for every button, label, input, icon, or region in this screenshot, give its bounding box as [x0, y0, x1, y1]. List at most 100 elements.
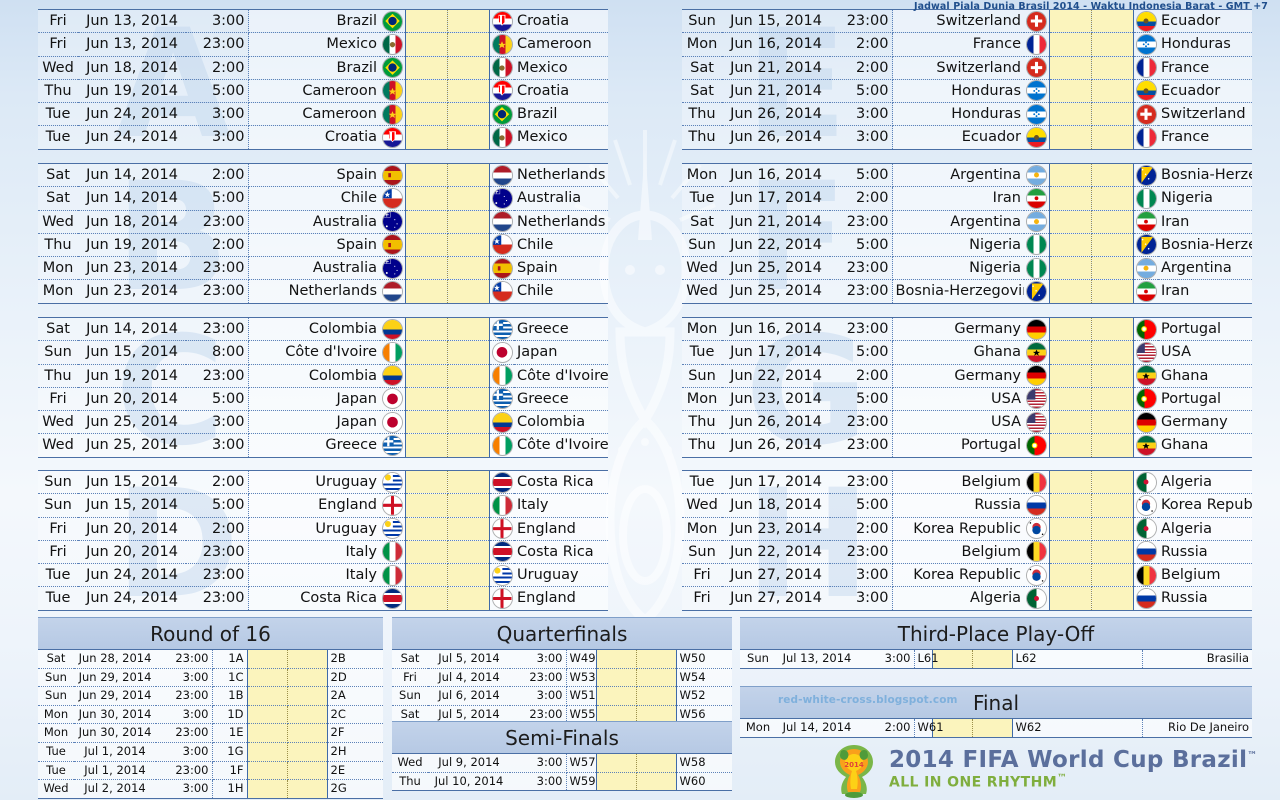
- away-score-cell[interactable]: [1091, 102, 1134, 127]
- home-score-cell[interactable]: [405, 517, 448, 541]
- away-score-cell[interactable]: [447, 32, 490, 57]
- away-score-cell[interactable]: [447, 318, 490, 342]
- home-score-cell[interactable]: [1049, 56, 1092, 80]
- home-score-cell[interactable]: [1049, 102, 1092, 127]
- home-score-cell[interactable]: [405, 233, 448, 258]
- away-score-cell[interactable]: [447, 471, 490, 495]
- home-score-cell[interactable]: [246, 761, 288, 781]
- away-score-cell[interactable]: [636, 772, 677, 791]
- away-score-cell[interactable]: [1091, 186, 1134, 211]
- away-score-cell[interactable]: [447, 364, 490, 388]
- away-score-cell[interactable]: [636, 686, 677, 706]
- home-score-cell[interactable]: [595, 686, 637, 706]
- home-score-cell[interactable]: [246, 723, 288, 743]
- home-score-cell[interactable]: [246, 705, 288, 725]
- away-score-cell[interactable]: [1091, 433, 1134, 457]
- away-score-cell[interactable]: [1091, 340, 1134, 365]
- away-score-cell[interactable]: [447, 256, 490, 281]
- away-score-cell[interactable]: [1091, 32, 1134, 57]
- home-score-cell[interactable]: [595, 754, 637, 773]
- away-score-cell[interactable]: [1091, 233, 1134, 258]
- home-score-cell[interactable]: [405, 10, 448, 34]
- away-score-cell[interactable]: [447, 493, 490, 518]
- away-score-cell[interactable]: [1091, 256, 1134, 281]
- away-score-cell[interactable]: [287, 742, 328, 762]
- away-score-cell[interactable]: [447, 410, 490, 435]
- home-score-cell[interactable]: [246, 742, 288, 762]
- away-score-cell[interactable]: [447, 563, 490, 588]
- home-score-cell[interactable]: [405, 210, 448, 234]
- home-score-cell[interactable]: [1049, 586, 1092, 610]
- away-score-cell[interactable]: [447, 10, 490, 34]
- home-score-cell[interactable]: [405, 164, 448, 188]
- away-score-cell[interactable]: [447, 79, 490, 104]
- home-score-cell[interactable]: [595, 772, 637, 791]
- away-score-cell[interactable]: [636, 754, 677, 773]
- away-score-cell[interactable]: [1091, 410, 1134, 435]
- away-score-cell[interactable]: [1091, 56, 1134, 80]
- away-score-cell[interactable]: [447, 586, 490, 610]
- away-score-cell[interactable]: [447, 125, 490, 149]
- away-score-cell[interactable]: [447, 186, 490, 211]
- away-score-cell[interactable]: [447, 387, 490, 412]
- away-score-cell[interactable]: [447, 210, 490, 234]
- away-score-cell[interactable]: [1091, 471, 1134, 495]
- away-score-cell[interactable]: [1091, 517, 1134, 541]
- home-score-cell[interactable]: [595, 650, 637, 669]
- home-score-cell[interactable]: [1049, 256, 1092, 281]
- home-score-cell[interactable]: [405, 563, 448, 588]
- home-score-cell[interactable]: [1049, 410, 1092, 435]
- home-score-cell[interactable]: [405, 256, 448, 281]
- home-score-cell[interactable]: [246, 650, 288, 669]
- home-score-cell[interactable]: [405, 433, 448, 457]
- home-score-cell[interactable]: [1049, 79, 1092, 104]
- away-score-cell[interactable]: [1091, 164, 1134, 188]
- away-score-cell[interactable]: [636, 668, 677, 688]
- home-score-cell[interactable]: [405, 56, 448, 80]
- away-score-cell[interactable]: [636, 650, 677, 669]
- home-score-cell[interactable]: [1049, 210, 1092, 234]
- home-score-cell[interactable]: [405, 471, 448, 495]
- away-score-cell[interactable]: [1091, 364, 1134, 388]
- home-score-cell[interactable]: [405, 79, 448, 104]
- away-score-cell[interactable]: [1091, 586, 1134, 610]
- home-score-cell[interactable]: [1049, 387, 1092, 412]
- away-score-cell[interactable]: [287, 761, 328, 781]
- away-score-cell[interactable]: [1091, 540, 1134, 565]
- home-score-cell[interactable]: [405, 540, 448, 565]
- away-score-cell[interactable]: [447, 102, 490, 127]
- away-score-cell[interactable]: [447, 233, 490, 258]
- home-score-cell[interactable]: [246, 668, 288, 688]
- home-score-cell[interactable]: [1049, 433, 1092, 457]
- home-score-cell[interactable]: [405, 186, 448, 211]
- away-score-cell[interactable]: [1091, 210, 1134, 234]
- home-score-cell[interactable]: [1049, 10, 1092, 34]
- home-score-cell[interactable]: [246, 779, 288, 798]
- home-score-cell[interactable]: [1049, 186, 1092, 211]
- home-score-cell[interactable]: [595, 668, 637, 688]
- away-score-cell[interactable]: [1091, 318, 1134, 342]
- home-score-cell[interactable]: [1049, 517, 1092, 541]
- home-score-cell[interactable]: [405, 586, 448, 610]
- away-score-cell[interactable]: [972, 719, 1013, 737]
- home-score-cell[interactable]: [405, 32, 448, 57]
- away-score-cell[interactable]: [972, 650, 1013, 668]
- away-score-cell[interactable]: [287, 705, 328, 725]
- home-score-cell[interactable]: [405, 279, 448, 303]
- away-score-cell[interactable]: [447, 56, 490, 80]
- home-score-cell[interactable]: [405, 102, 448, 127]
- home-score-cell[interactable]: [1049, 164, 1092, 188]
- away-score-cell[interactable]: [287, 779, 328, 798]
- home-score-cell[interactable]: [1049, 493, 1092, 518]
- home-score-cell[interactable]: [405, 318, 448, 342]
- home-score-cell[interactable]: [1049, 563, 1092, 588]
- away-score-cell[interactable]: [1091, 493, 1134, 518]
- home-score-cell[interactable]: [1049, 125, 1092, 149]
- home-score-cell[interactable]: [1049, 340, 1092, 365]
- home-score-cell[interactable]: [1049, 233, 1092, 258]
- home-score-cell[interactable]: [1049, 471, 1092, 495]
- away-score-cell[interactable]: [447, 164, 490, 188]
- home-score-cell[interactable]: [405, 387, 448, 412]
- away-score-cell[interactable]: [447, 433, 490, 457]
- away-score-cell[interactable]: [1091, 563, 1134, 588]
